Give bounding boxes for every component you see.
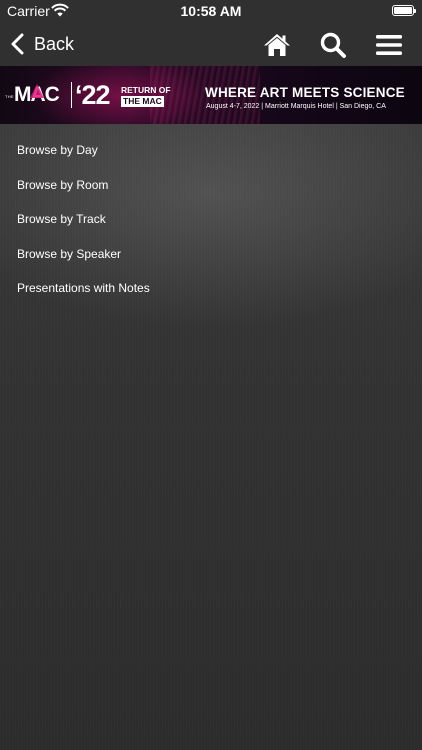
banner-subline: August 4-7, 2022 | Marriott Marquis Hote… (206, 103, 386, 110)
status-bar: Carrier 10:58 AM (0, 0, 422, 24)
navigation-bar: Back (0, 24, 422, 66)
menu-item-browse-by-day[interactable]: Browse by Day (0, 133, 422, 168)
event-banner[interactable]: THE MAC ‘22 RETURN OF THE MAC WHERE ART … (0, 66, 422, 124)
back-label: Back (34, 33, 75, 54)
banner-headline: WHERE ART MEETS SCIENCE (205, 85, 405, 100)
clock: 10:58 AM (180, 3, 242, 19)
search-icon[interactable] (318, 30, 348, 60)
chevron-left-icon (11, 33, 24, 55)
logo-year: ‘22 (75, 80, 111, 110)
logo-triangle-icon (30, 84, 44, 98)
menu-item-browse-by-room[interactable]: Browse by Room (0, 168, 422, 203)
tagline-bottom: THE MAC (121, 96, 164, 107)
menu-item-browse-by-speaker[interactable]: Browse by Speaker (0, 237, 422, 272)
logo-divider (71, 82, 72, 108)
browse-menu-list: Browse by Day Browse by Room Browse by T… (0, 124, 422, 306)
logo-prefix: THE (5, 94, 14, 99)
menu-item-browse-by-track[interactable]: Browse by Track (0, 202, 422, 237)
tagline-top: RETURN OF (121, 85, 171, 95)
home-icon[interactable] (262, 30, 292, 60)
menu-item-presentations-with-notes[interactable]: Presentations with Notes (0, 271, 422, 306)
browse-menu-panel: Browse by Day Browse by Room Browse by T… (0, 124, 422, 750)
back-button[interactable]: Back (10, 29, 74, 59)
battery-icon (392, 5, 416, 16)
menu-icon[interactable] (374, 30, 404, 60)
